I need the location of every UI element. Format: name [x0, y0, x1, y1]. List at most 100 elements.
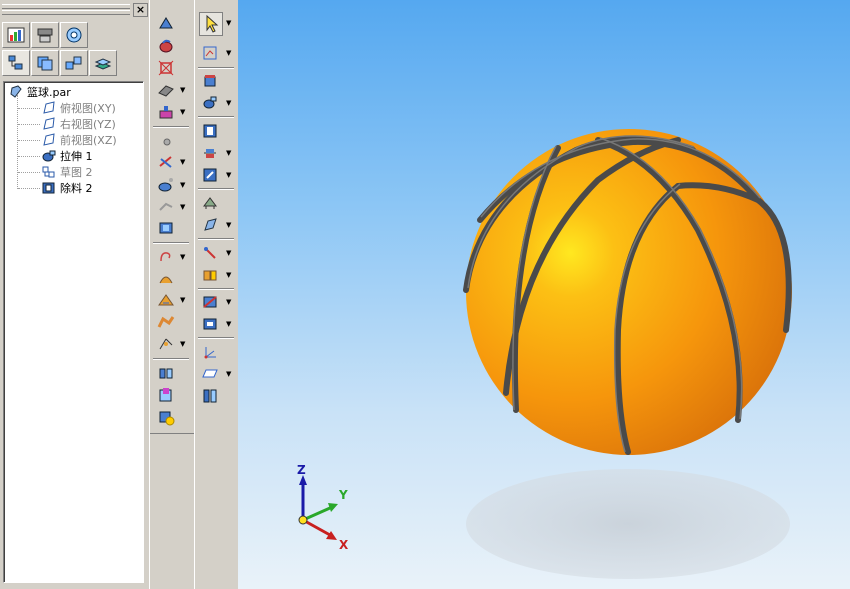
- toolbar-separator: [198, 116, 234, 118]
- fit-view-icon[interactable]: [200, 121, 220, 141]
- chevron-down-icon[interactable]: ▼: [226, 43, 232, 63]
- tab-pathfinder-icon[interactable]: [2, 50, 30, 76]
- tree-item-extrude[interactable]: 拉伸 1: [41, 148, 93, 163]
- tree-item-cutout[interactable]: 除料 2: [41, 180, 93, 195]
- part-file-icon: [8, 84, 24, 99]
- copy-part-icon[interactable]: [156, 385, 176, 405]
- sketch-icon: [41, 165, 57, 179]
- chevron-down-icon[interactable]: ▼: [226, 364, 232, 384]
- sketch-tool-icon[interactable]: [200, 386, 220, 406]
- tree-item-top-plane[interactable]: 俯视图(XY): [41, 100, 116, 115]
- axis-label-x: X: [339, 538, 349, 552]
- chevron-down-icon[interactable]: ▼: [180, 197, 186, 217]
- lip-icon[interactable]: [156, 312, 176, 332]
- toolbar-end-line: [150, 433, 194, 434]
- chevron-down-icon[interactable]: ▼: [180, 80, 186, 100]
- revolve-icon[interactable]: [156, 36, 176, 56]
- plane-icon: [41, 100, 57, 115]
- coordinate-system-icon[interactable]: [200, 342, 220, 362]
- close-panel-button[interactable]: ×: [133, 3, 148, 17]
- tree-item-label: 俯视图(XY): [60, 101, 116, 115]
- wireframe-view-icon[interactable]: [200, 215, 220, 235]
- smart-dimension-icon[interactable]: [200, 43, 220, 63]
- chevron-down-icon[interactable]: ▼: [180, 247, 186, 267]
- shaded-view-icon[interactable]: [200, 193, 220, 213]
- thin-wall-icon[interactable]: [156, 218, 176, 238]
- tree-item-front-plane[interactable]: 前视图(XZ): [41, 132, 117, 147]
- shell-icon[interactable]: [156, 197, 176, 217]
- draft-icon[interactable]: [156, 175, 176, 195]
- plane-icon: [41, 132, 57, 147]
- panel-grip[interactable]: [2, 4, 130, 9]
- rotate-view-icon[interactable]: [200, 93, 220, 113]
- tree-item-right-plane[interactable]: 右视图(YZ): [41, 116, 116, 131]
- toolbar-separator: [198, 337, 234, 339]
- chevron-down-icon[interactable]: ▼: [226, 143, 232, 163]
- tab-stack-icon[interactable]: [89, 50, 117, 76]
- view-orient-icon[interactable]: [200, 71, 220, 91]
- plane-icon: [41, 116, 57, 131]
- tree-item-label: 右视图(YZ): [60, 117, 116, 131]
- tree-branch: [18, 156, 40, 157]
- round-icon[interactable]: [156, 131, 176, 151]
- chevron-down-icon[interactable]: ▼: [180, 102, 186, 122]
- tab-family-icon[interactable]: [31, 22, 59, 48]
- axis-label-y: Y: [339, 488, 348, 502]
- pan-icon[interactable]: [200, 165, 220, 185]
- extrude-icon: [41, 149, 57, 163]
- tab-layers-icon[interactable]: [31, 50, 59, 76]
- chevron-down-icon[interactable]: ▼: [226, 13, 232, 33]
- hole-icon[interactable]: [156, 80, 176, 100]
- tab-assembly-icon[interactable]: [60, 50, 88, 76]
- relate-icon[interactable]: [200, 243, 220, 263]
- measure-icon[interactable]: [200, 265, 220, 285]
- tree-item-label: 前视图(XZ): [60, 133, 117, 147]
- zoom-area-icon[interactable]: [200, 143, 220, 163]
- chevron-down-icon[interactable]: ▼: [226, 215, 232, 235]
- helix-icon[interactable]: [156, 247, 176, 267]
- chamfer-icon[interactable]: [156, 152, 176, 172]
- rib-icon[interactable]: [156, 102, 176, 122]
- features-toolbar: ▼ ▼ ▼ ▼ ▼ ▼ ▼ ▼: [149, 0, 195, 589]
- chevron-down-icon[interactable]: ▼: [226, 314, 232, 334]
- chevron-down-icon[interactable]: ▼: [226, 93, 232, 113]
- loft-icon[interactable]: [156, 290, 176, 310]
- mirror-icon[interactable]: [156, 363, 176, 383]
- insert-part-icon[interactable]: [156, 407, 176, 427]
- chevron-down-icon[interactable]: ▼: [180, 175, 186, 195]
- plane-tool-icon[interactable]: [200, 364, 220, 384]
- chevron-down-icon[interactable]: ▼: [180, 290, 186, 310]
- tree-root[interactable]: 篮球.par: [8, 84, 71, 99]
- model-viewport[interactable]: Z Y X: [238, 0, 850, 589]
- tree-branch: [18, 108, 40, 109]
- tree-root-label: 篮球.par: [27, 85, 71, 99]
- cut-icon[interactable]: [156, 58, 176, 78]
- chevron-down-icon[interactable]: ▼: [226, 292, 232, 312]
- toolbar-separator: [198, 288, 234, 290]
- tree-item-label: 草图 2: [60, 165, 93, 179]
- sweep-icon[interactable]: [156, 268, 176, 288]
- toolbar-separator: [198, 238, 234, 240]
- select-tool-button[interactable]: [199, 12, 223, 36]
- chevron-down-icon[interactable]: ▼: [226, 165, 232, 185]
- toolbar-separator: [153, 358, 189, 360]
- panel-grip-2[interactable]: [2, 10, 130, 15]
- chevron-down-icon[interactable]: ▼: [180, 334, 186, 354]
- chevron-down-icon[interactable]: ▼: [226, 243, 232, 263]
- tab-library-icon[interactable]: [2, 22, 30, 48]
- cutout-icon: [41, 181, 57, 195]
- display-config-icon[interactable]: [200, 314, 220, 334]
- section-view-icon[interactable]: [200, 292, 220, 312]
- tree-branch: [18, 172, 40, 173]
- chevron-down-icon[interactable]: ▼: [226, 265, 232, 285]
- tree-item-sketch[interactable]: 草图 2: [41, 164, 93, 179]
- chevron-down-icon[interactable]: ▼: [180, 152, 186, 172]
- pointer-icon: [206, 14, 219, 33]
- toolbar-separator: [198, 67, 234, 69]
- tree-branch: [18, 124, 40, 125]
- protrusion-icon[interactable]: [156, 13, 176, 33]
- pattern-icon[interactable]: [156, 334, 176, 354]
- tree-item-label: 拉伸 1: [60, 149, 93, 163]
- ball-shadow: [466, 469, 790, 579]
- tab-features-icon[interactable]: [60, 22, 88, 48]
